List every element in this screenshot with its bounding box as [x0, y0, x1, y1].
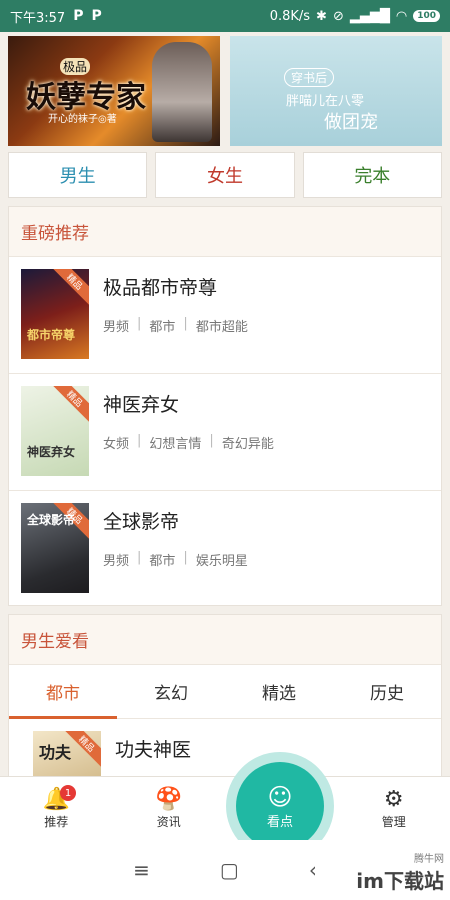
home-icon[interactable]: ▢	[220, 858, 239, 882]
book-cover: 精品 神医弃女	[21, 386, 89, 476]
category-buttons: 男生 女生 完本	[8, 152, 442, 198]
nav-label: 管理	[381, 815, 406, 829]
wifi-icon: ◠	[395, 8, 408, 24]
notification-p-icon: P	[73, 8, 84, 24]
male-button[interactable]: 男生	[8, 152, 148, 198]
book-tags: 女频 | 幻想言情 | 奇幻异能	[103, 433, 274, 452]
menu-icon[interactable]: ≡	[133, 858, 150, 882]
watermark-small: 腾牛网	[414, 854, 444, 865]
banner-2-tag: 穿书后	[284, 68, 335, 87]
book-item[interactable]: 精品 神医弃女 神医弃女 女频 | 幻想言情 | 奇幻异能	[9, 374, 441, 491]
nav-news[interactable]: 🍄 资讯	[113, 777, 226, 840]
book-tag: 娱乐明星	[195, 554, 248, 569]
book-title: 极品都市帝尊	[103, 277, 218, 299]
nav-label: 推荐	[44, 815, 69, 829]
robot-icon: ☺	[267, 782, 293, 811]
female-button[interactable]: 女生	[155, 152, 295, 198]
book-title: 全球影帝	[103, 511, 180, 533]
cover-title: 功夫	[39, 743, 72, 762]
nav-manage[interactable]: ⚙ 管理	[338, 777, 450, 840]
tab-selected[interactable]: 精选	[225, 665, 333, 718]
back-icon[interactable]: ‹	[309, 858, 317, 882]
banner-carousel: 极品 妖孽专家 开心的袜子◎著 穿书后 胖喵儿在八零 做团宠	[8, 36, 442, 146]
tab-urban[interactable]: 都市	[9, 665, 117, 719]
banner-2-line2: 做团宠	[324, 112, 378, 133]
banner-1-author: 开心的袜子◎著	[48, 114, 117, 125]
book-tag: 幻想言情	[149, 437, 202, 452]
mushroom-icon: 🍄	[155, 787, 183, 812]
book-cover: 精品 都市帝尊	[21, 269, 89, 359]
book-tag: 男频	[103, 554, 130, 569]
book-item[interactable]: 精品 都市帝尊 极品都市帝尊 男频 | 都市 | 都市超能	[9, 257, 441, 374]
featured-section: 重磅推荐 精品 都市帝尊 极品都市帝尊 男频 | 都市 | 都市超能 精品 神医弃女…	[8, 206, 442, 606]
book-tags: 男频 | 都市 | 娱乐明星	[103, 550, 248, 569]
status-bar: 下午3:57 P P 0.8K/s ✱ ⊘ ▂▄▆█ ◠ 100	[0, 0, 450, 32]
tab-fantasy[interactable]: 玄幻	[117, 665, 225, 718]
status-time: 下午3:57	[10, 10, 66, 26]
cover-title: 神医弃女	[27, 445, 76, 459]
book-cover: 精品 全球影帝	[21, 503, 89, 593]
ribbon-badge: 精品	[49, 269, 89, 308]
book-item[interactable]: 精品 功夫 功夫神医	[9, 719, 441, 783]
book-tag: 都市	[149, 320, 176, 335]
tab-history[interactable]: 历史	[333, 665, 441, 718]
network-speed: 0.8K/s	[269, 8, 311, 24]
book-tag: 都市超能	[195, 320, 248, 335]
notification-p-icon-2: P	[91, 8, 102, 24]
bottom-nav: 🔔 1 推荐 🍄 资讯 ⚙ 管理	[0, 776, 450, 840]
bluetooth-icon: ✱	[316, 8, 327, 24]
nav-highlights[interactable]: ☺ 看点	[236, 762, 324, 850]
book-item[interactable]: 精品 全球影帝 全球影帝 男频 | 都市 | 娱乐明星	[9, 491, 441, 608]
book-title: 功夫神医	[115, 739, 192, 761]
book-tag: 男频	[103, 320, 130, 335]
banner-1[interactable]: 极品 妖孽专家 开心的袜子◎著	[8, 36, 220, 146]
featured-title: 重磅推荐	[9, 207, 441, 257]
book-title: 神医弃女	[103, 394, 180, 416]
book-tag: 都市	[149, 554, 176, 569]
book-tags: 男频 | 都市 | 都市超能	[103, 316, 248, 335]
complete-button[interactable]: 完本	[302, 152, 442, 198]
cover-title: 全球影帝	[27, 513, 76, 527]
nav-recommend[interactable]: 🔔 1 推荐	[0, 777, 113, 840]
category-tabs: 都市 玄幻 精选 历史	[9, 665, 441, 719]
book-tag: 女频	[103, 437, 130, 452]
nav-label: 看点	[266, 814, 293, 830]
book-tag: 奇幻异能	[221, 437, 274, 452]
watermark: 腾牛网 im下载站	[356, 850, 444, 894]
watermark-text: im下载站	[356, 869, 444, 893]
male-fav-section: 男生爱看 都市 玄幻 精选 历史 精品 功夫 功夫神医	[8, 614, 442, 784]
gear-icon: ⚙	[383, 787, 404, 812]
male-fav-title: 男生爱看	[9, 615, 441, 665]
banner-2-line1: 胖喵儿在八零	[286, 94, 365, 109]
ribbon-badge: 精品	[49, 386, 89, 425]
mute-icon: ⊘	[332, 8, 344, 24]
banner-character-figure	[152, 42, 212, 142]
notification-badge: 1	[60, 785, 76, 801]
cover-title: 都市帝尊	[27, 328, 76, 342]
banner-2[interactable]: 穿书后 胖喵儿在八零 做团宠	[230, 36, 442, 146]
nav-label: 资讯	[156, 815, 181, 829]
signal-icon: ▂▄▆█	[349, 8, 390, 24]
battery-icon: 100	[413, 10, 440, 22]
